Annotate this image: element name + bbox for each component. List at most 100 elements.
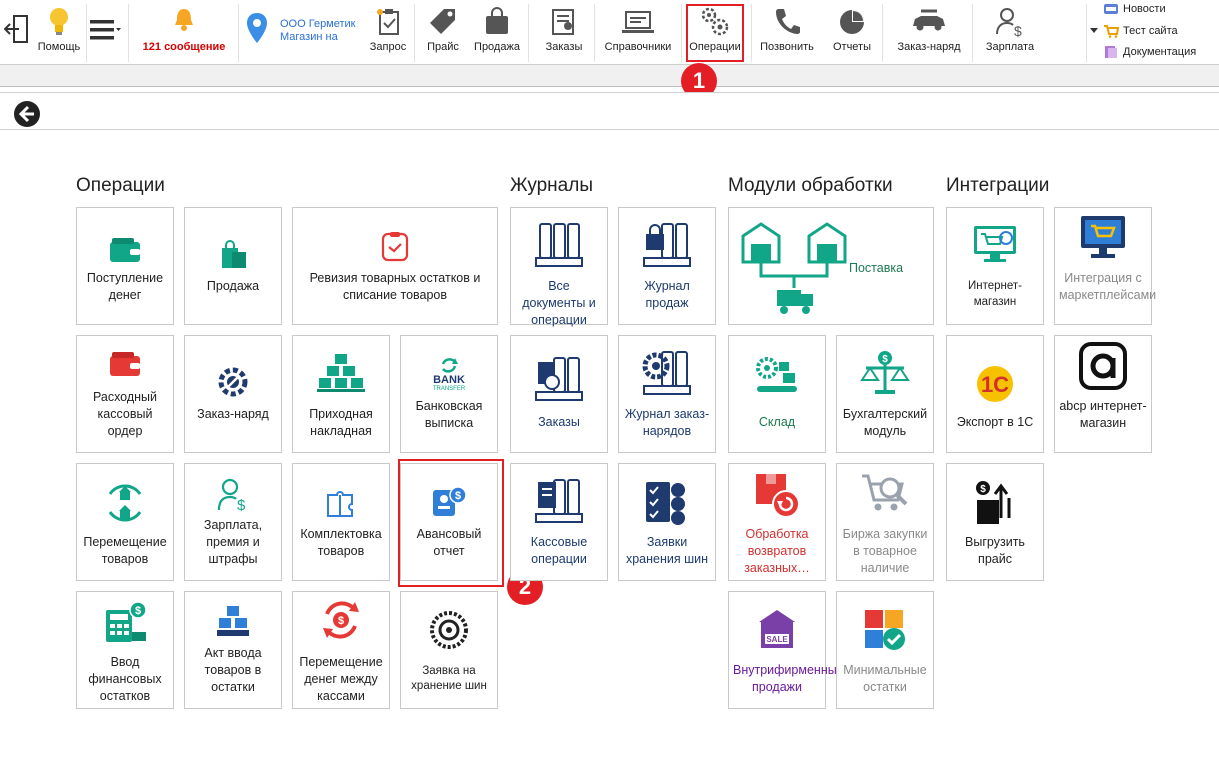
shop-name: Магазин на (280, 31, 338, 43)
1c-logo-icon: 1С (977, 366, 1013, 402)
tile-label: Приходная накладная (309, 407, 373, 438)
tile-tire-request[interactable]: Заявка на хранение шин (400, 591, 498, 709)
tile-label: abcp интернет-магазин (1059, 399, 1147, 430)
request-label: Запрос (369, 41, 407, 53)
tile-label: Интернет-магазин (967, 280, 1022, 308)
tile-label: Обработка возвратов заказных… (744, 527, 810, 575)
stacked-boxes-icon (217, 606, 249, 636)
tile-e-shop[interactable]: Интернет-магазин (946, 207, 1044, 325)
tile-all-docs[interactable]: Все документы и операции (510, 207, 608, 327)
tile-money-move[interactable]: $ Перемещение денег между кассами (292, 591, 390, 709)
divider (128, 4, 129, 62)
tile-abcp[interactable]: abcp интернет-магазин (1054, 335, 1152, 453)
tile-orders[interactable]: Заказы (510, 335, 608, 453)
org-name: ООО Герметик (280, 18, 356, 30)
docs-label: Документация (1123, 46, 1197, 58)
tile-sales-journal[interactable]: Журнал продаж (618, 207, 716, 325)
call-button[interactable]: Позвонить (756, 0, 818, 64)
exit-icon (4, 15, 28, 43)
salary-label: Зарплата (985, 41, 1035, 53)
references-button[interactable]: Справочники (598, 0, 678, 64)
tile-cash-out[interactable]: Расходный кассовый ордер (76, 335, 174, 453)
salary-button[interactable]: $ Зарплата (980, 0, 1040, 64)
references-label: Справочники (604, 41, 672, 53)
tile-delivery[interactable]: Поставка (728, 207, 934, 325)
news-link[interactable]: Новости (1103, 2, 1213, 18)
tile-tire-requests[interactable]: Заявки хранения шин (618, 463, 716, 581)
news-icon (1104, 4, 1118, 14)
wallet-icon (110, 238, 140, 262)
tile-marketplace[interactable]: Интеграция с маркетплейсами (1054, 207, 1156, 325)
tile-min-stock[interactable]: Минимальные остатки (836, 591, 934, 709)
tile-returns[interactable]: Обработка возвратов заказных… (728, 463, 826, 581)
sale-button[interactable]: Продажа (470, 0, 524, 64)
messages-button[interactable]: 121 сообщение (132, 0, 236, 64)
tile-money-in[interactable]: Поступление денег (76, 207, 174, 325)
tile-salary[interactable]: $ Зарплата, премия и штрафы (184, 463, 282, 581)
divider (882, 4, 883, 62)
tile-stock-input[interactable]: Акт ввода товаров в остатки (184, 591, 282, 709)
tile-sale[interactable]: Продажа (184, 207, 282, 325)
laptop-icon (622, 11, 654, 33)
tile-price-export[interactable]: $ Выгрузить прайс (946, 463, 1044, 581)
request-button[interactable]: Запрос (366, 0, 410, 64)
call-label: Позвонить (760, 41, 814, 53)
reports-button[interactable]: Отчеты (826, 0, 878, 64)
warehouse-delivery-icon (741, 222, 847, 314)
orders-button[interactable]: Заказы (538, 0, 590, 64)
tile-exchange[interactable]: Биржа закупки в товарное наличие (836, 463, 934, 581)
exit-button[interactable] (0, 0, 34, 64)
back-arrow-icon[interactable] (13, 100, 41, 128)
lightbulb-icon (50, 8, 68, 35)
status-strip (0, 65, 1219, 87)
tile-accounting[interactable]: $ Бухгалтерский модуль (836, 335, 934, 453)
svg-text:BANK: BANK (433, 374, 465, 386)
reports-label: Отчеты (832, 41, 872, 53)
help-button[interactable]: Помощь (36, 0, 82, 64)
tile-cash-ops[interactable]: Кассовые операции (510, 463, 608, 581)
main-menu-button[interactable] (86, 0, 124, 64)
tile-move-goods[interactable]: Перемещение товаров (76, 463, 174, 581)
tile-work-order[interactable]: Заказ-наряд (184, 335, 282, 453)
operations-highlight (686, 4, 744, 62)
divider (528, 4, 529, 62)
work-order-button[interactable]: Заказ-наряд (890, 0, 968, 64)
tile-revision[interactable]: Ревизия товарных остатков и списание тов… (292, 207, 498, 325)
docs-link[interactable]: Документация (1103, 45, 1213, 61)
svg-text:$: $ (237, 497, 246, 512)
docs-icon (1105, 46, 1117, 58)
tile-export-1c[interactable]: 1С Экспорт в 1С (946, 335, 1044, 453)
tile-fin-balance[interactable]: $ Ввод финансовых остатков (76, 591, 174, 709)
tile-kit[interactable]: Комплектовка товаров (292, 463, 390, 581)
pallet-boxes-icon (317, 354, 365, 392)
test-site-link[interactable]: Тест сайта (1103, 24, 1213, 40)
tile-label: Заявки хранения шин (625, 535, 709, 566)
tile-bank[interactable]: BANK TRANSFER Банковская выписка (400, 335, 498, 453)
test-site-label: Тест сайта (1123, 25, 1178, 37)
tile-internal-sales[interactable]: SALE Внутрифирменные продажи (728, 591, 844, 709)
tile-warehouse[interactable]: Склад (728, 335, 826, 453)
svg-text:$: $ (1014, 23, 1022, 38)
tile-wo-journal[interactable]: Журнал заказ-нарядов (618, 335, 716, 453)
warehouse-conveyor-icon (756, 357, 797, 392)
dropdown-arrow-icon[interactable] (1090, 28, 1098, 34)
abcp-logo-icon (1079, 342, 1127, 390)
tile-label: Экспорт в 1С (956, 415, 1034, 429)
tile-label: Заявка на хранение шин (411, 665, 487, 692)
help-label: Помощь (37, 41, 81, 53)
revision-clipboard-icon (381, 232, 409, 262)
organization-selector[interactable]: ООО Герметик Магазин на (242, 0, 364, 64)
price-button[interactable]: Прайс (420, 0, 466, 64)
tile-label: Журнал заказ-нарядов (624, 407, 710, 438)
navigation-bar (0, 92, 1219, 130)
news-label: Новости (1123, 3, 1166, 15)
move-goods-icon (108, 484, 142, 522)
person-salary-icon: $ (217, 478, 246, 512)
tire-checklist-icon (646, 482, 685, 525)
tile-incoming[interactable]: Приходная накладная (292, 335, 390, 453)
tile-label: Продажа (206, 279, 260, 293)
section-title-journals: Журналы (510, 175, 593, 196)
tile-label: Комплектовка товаров (300, 527, 382, 558)
orders-label: Заказы (545, 41, 583, 53)
cash-journal-icon (535, 479, 583, 523)
